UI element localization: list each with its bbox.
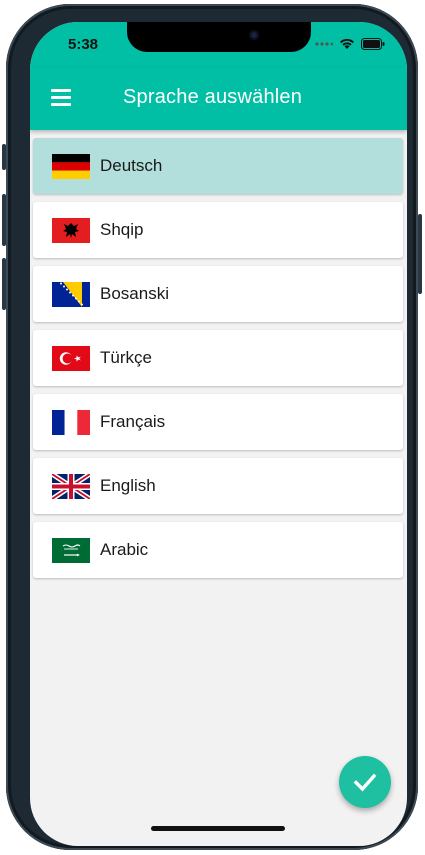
language-item-tuerkce[interactable]: Türkçe [33,330,403,386]
language-list: Deutsch Shqip Bosanski Türkçe Français E… [33,138,403,586]
phone-frame: 5:38 Sprache auswählen Deutsch Shqip Bos… [2,4,422,850]
notch [127,22,311,52]
home-indicator[interactable] [151,826,285,831]
bosnia-flag-icon [52,282,90,307]
language-item-english[interactable]: English [33,458,403,514]
language-item-arabic[interactable]: Arabic [33,522,403,578]
language-item-francais[interactable]: Français [33,394,403,450]
volume-up-button [2,194,6,246]
status-icons [315,38,385,50]
turkey-flag-icon [52,346,90,371]
wifi-icon [340,38,354,49]
status-bar: 5:38 [30,22,407,68]
signal-dots-icon [315,42,333,46]
albania-flag-icon [52,218,90,243]
status-time: 5:38 [68,36,99,53]
page-title: Sprache auswählen [123,86,303,108]
saudi-arabia-flag-icon [52,538,90,563]
germany-flag-icon [52,154,90,179]
power-button [418,214,422,294]
france-flag-icon [52,410,90,435]
checkmark-icon [353,773,377,792]
uk-flag-icon [52,474,90,499]
language-label: Deutsch [100,156,163,175]
language-item-shqip[interactable]: Shqip [33,202,403,258]
confirm-button[interactable] [339,756,391,808]
hamburger-menu-icon[interactable] [46,85,76,113]
screen: 5:38 Sprache auswählen Deutsch Shqip Bos… [30,22,407,846]
app-bar: Sprache auswählen [30,68,407,130]
language-label: Bosanski [100,284,169,303]
mute-switch [2,144,6,170]
language-label: English [100,476,156,495]
language-item-bosanski[interactable]: Bosanski [33,266,403,322]
language-label: Arabic [100,540,149,559]
language-item-deutsch[interactable]: Deutsch [33,138,403,194]
volume-down-button [2,258,6,310]
battery-icon [361,38,385,50]
front-camera [249,30,259,40]
language-label: Shqip [100,220,144,239]
language-label: Türkçe [100,348,152,367]
language-label: Français [100,412,166,431]
